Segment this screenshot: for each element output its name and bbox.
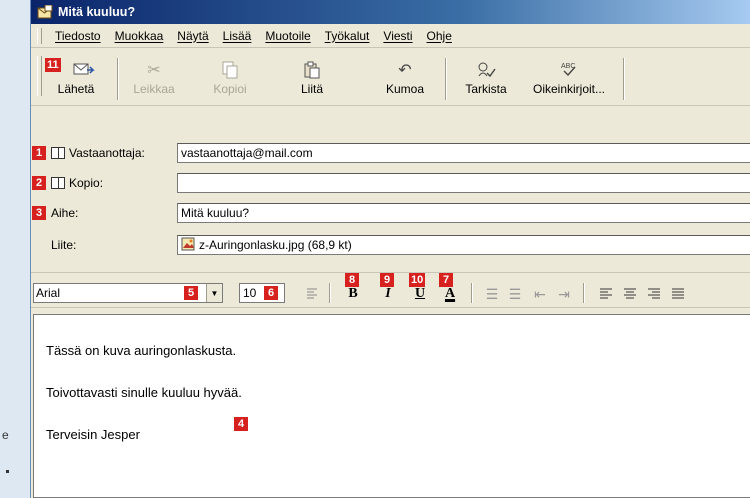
- margin-dot: [6, 470, 9, 473]
- paste-button[interactable]: Liitä: [287, 58, 337, 96]
- spelling-button[interactable]: ABC Oikeinkirjoit...: [525, 58, 613, 96]
- attach-field[interactable]: z-Auringonlasku.jpg (68,9 kt): [177, 235, 750, 255]
- menu-message[interactable]: Viesti: [383, 29, 412, 43]
- badge-4: 4: [234, 417, 248, 431]
- justify-icon[interactable]: [669, 285, 687, 303]
- body-line-2: Toivottavasti sinulle kuuluu hyvää.: [46, 385, 242, 400]
- margin-text: e: [2, 428, 9, 442]
- menu-view[interactable]: Näytä: [177, 29, 208, 43]
- underline-button[interactable]: U: [411, 285, 429, 303]
- align-left-icon[interactable]: [597, 285, 615, 303]
- chevron-down-icon[interactable]: ▼: [206, 284, 222, 302]
- spelling-label: Oikeinkirjoit...: [532, 82, 606, 96]
- to-label: Vastaanottaja:: [69, 146, 145, 160]
- cc-label: Kopio:: [69, 176, 104, 190]
- format-toolbar: Arial 5 ▼ 10 6 8 B 9 I 10 U 7 A ☰ ☰ ⇤ ⇥: [31, 272, 750, 308]
- image-file-icon: [181, 237, 195, 254]
- copy-label: Kopioi: [213, 82, 247, 96]
- copy-icon: [215, 58, 245, 82]
- bold-button[interactable]: B: [344, 285, 362, 303]
- align-right-icon[interactable]: [645, 285, 663, 303]
- send-icon: [69, 58, 99, 82]
- scissors-icon: ✂: [147, 62, 161, 79]
- clipboard-icon: [297, 58, 327, 82]
- cut-button[interactable]: ✂ Leikkaa: [129, 58, 179, 96]
- numbered-list-icon[interactable]: ☰: [483, 285, 501, 303]
- undo-label: Kumoa: [385, 82, 425, 96]
- check-names-label: Tarkista: [465, 82, 507, 96]
- body-line-3: Terveisin Jesper: [46, 427, 140, 442]
- format-separator: [329, 283, 331, 303]
- attachment-name: z-Auringonlasku.jpg (68,9 kt): [199, 238, 352, 252]
- badge-11: 11: [45, 58, 61, 72]
- font-select[interactable]: Arial 5 ▼: [33, 283, 223, 303]
- badge-5: 5: [184, 286, 198, 300]
- send-label: Lähetä: [57, 82, 95, 96]
- spellcheck-icon: ABC: [554, 58, 584, 82]
- main-toolbar: 11 Lähetä ✂ Leikkaa Kopioi Liitä ↶ Kumoa: [31, 48, 750, 106]
- badge-6: 6: [264, 286, 278, 300]
- menu-insert[interactable]: Lisää: [223, 29, 252, 43]
- menu-tools[interactable]: Työkalut: [325, 29, 370, 43]
- paragraph-style-icon[interactable]: [303, 285, 321, 303]
- decrease-indent-icon[interactable]: ⇤: [531, 285, 549, 303]
- undo-button[interactable]: ↶ Kumoa: [375, 58, 435, 96]
- attach-row: Liite: z-Auringonlasku.jpg (68,9 kt): [31, 234, 750, 256]
- subject-row: 3 Aihe: Mitä kuuluu?: [31, 202, 750, 224]
- paste-label: Liitä: [300, 82, 323, 96]
- font-color-button[interactable]: A: [441, 285, 459, 303]
- badge-2: 2: [32, 176, 46, 190]
- toolbar-separator: [623, 58, 625, 100]
- size-value: 10: [243, 286, 257, 300]
- copy-button[interactable]: Kopioi: [199, 58, 261, 96]
- check-names-icon: [471, 58, 501, 82]
- cc-label-group[interactable]: Kopio:: [51, 176, 103, 190]
- check-names-button[interactable]: Tarkista: [457, 58, 515, 96]
- undo-icon: ↶: [398, 62, 412, 79]
- menu-help[interactable]: Ohje: [427, 29, 452, 43]
- subject-label: Aihe:: [51, 206, 79, 220]
- envelope-icon: [37, 4, 53, 19]
- to-label-group[interactable]: Vastaanottaja:: [51, 146, 145, 160]
- subject-field[interactable]: Mitä kuuluu?: [177, 203, 750, 223]
- to-row: 1 Vastaanottaja: vastaanottaja@mail.com: [31, 142, 750, 164]
- menu-file[interactable]: Tiedosto: [55, 29, 101, 43]
- badge-3: 3: [32, 206, 46, 220]
- bullet-list-icon[interactable]: ☰: [506, 285, 524, 303]
- menu-edit[interactable]: Muokkaa: [115, 29, 164, 43]
- compose-window: Mitä kuuluu? Tiedosto Muokkaa Näytä Lisä…: [30, 0, 750, 498]
- toolbar-separator: [117, 58, 119, 100]
- align-center-icon[interactable]: [621, 285, 639, 303]
- title-bar: Mitä kuuluu?: [31, 0, 750, 24]
- size-select[interactable]: 10 6: [239, 283, 285, 303]
- cc-field[interactable]: [177, 173, 750, 193]
- format-separator: [583, 283, 585, 303]
- attach-label: Liite:: [51, 238, 77, 252]
- message-body[interactable]: Tässä on kuva auringonlaskusta. Toivotta…: [33, 314, 750, 498]
- badge-1: 1: [32, 146, 46, 160]
- body-line-1: Tässä on kuva auringonlaskusta.: [46, 343, 237, 358]
- increase-indent-icon[interactable]: ⇥: [555, 285, 573, 303]
- cut-label: Leikkaa: [133, 82, 175, 96]
- to-field[interactable]: vastaanottaja@mail.com: [177, 143, 750, 163]
- format-separator: [471, 283, 473, 303]
- address-book-icon: [51, 147, 65, 159]
- address-book-icon: [51, 177, 65, 189]
- send-button[interactable]: 11 Lähetä: [45, 58, 107, 96]
- menu-bar: Tiedosto Muokkaa Näytä Lisää Muotoile Ty…: [31, 24, 750, 48]
- toolbar-separator: [445, 58, 447, 100]
- window-title: Mitä kuuluu?: [58, 5, 136, 19]
- cc-row: 2 Kopio:: [31, 172, 750, 194]
- italic-button[interactable]: I: [379, 285, 397, 303]
- menu-format[interactable]: Muotoile: [265, 29, 310, 43]
- font-value: Arial: [36, 286, 61, 300]
